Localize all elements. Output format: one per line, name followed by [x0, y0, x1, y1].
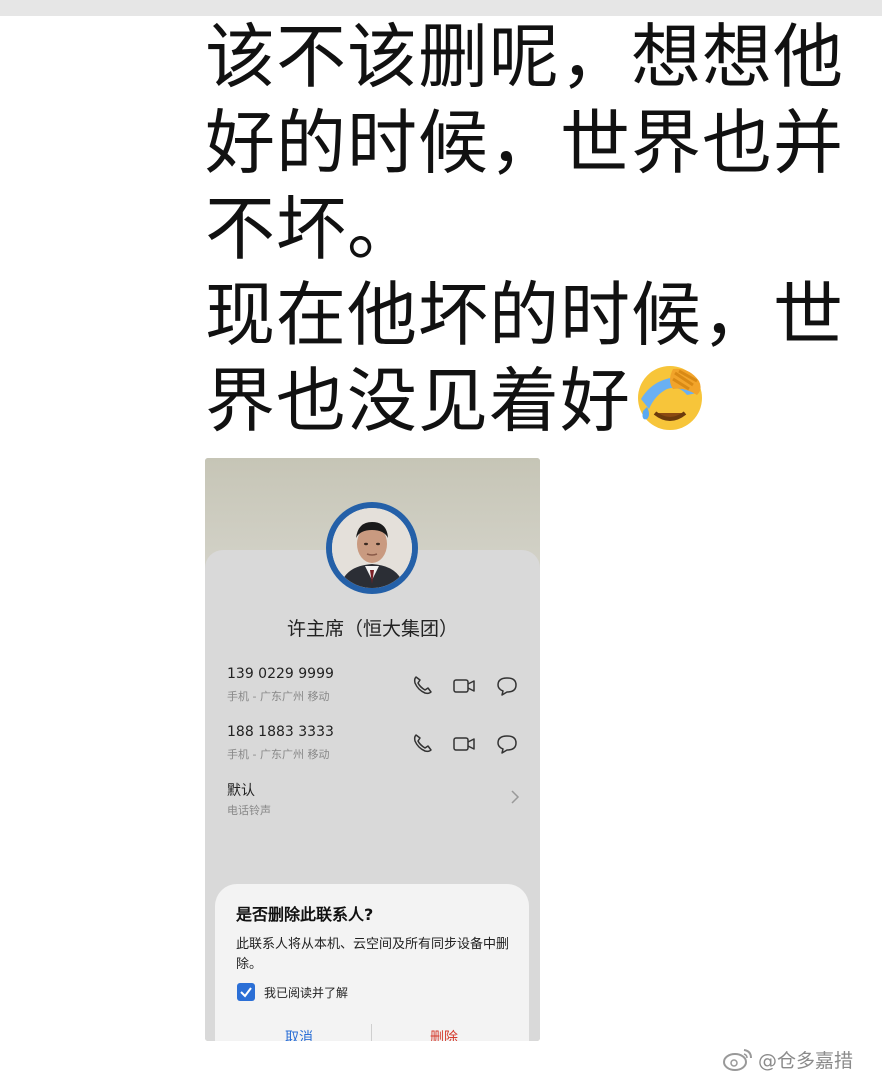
post-line: 该不该删呢，想想他 — [205, 16, 844, 98]
delete-contact-dialog: 是否删除此联系人? 此联系人将从本机、云空间及所有同步设备中删除。 我已阅读并了… — [215, 884, 529, 1041]
facepalm-crying-emoji-icon — [633, 359, 707, 433]
button-divider — [371, 1024, 372, 1041]
acknowledge-checkbox[interactable] — [237, 983, 255, 1001]
acknowledge-label: 我已阅读并了解 — [264, 986, 349, 1000]
message-icon[interactable] — [495, 732, 519, 756]
dialog-title: 是否删除此联系人? — [236, 905, 374, 924]
delete-button[interactable]: 删除 — [430, 1027, 458, 1041]
phone-icon[interactable] — [410, 674, 434, 698]
watermark-text: @仓多嘉措 — [758, 1049, 854, 1072]
avatar — [326, 502, 418, 594]
video-call-icon[interactable] — [452, 674, 476, 698]
dialog-body: 此联系人将从本机、云空间及所有同步设备中删除。 — [236, 937, 510, 972]
phone-row[interactable]: 139 0229 9999 手机 - 广东广州 移动 — [227, 666, 527, 710]
post-line-last: 界也没见着好 — [205, 358, 855, 444]
post-line: 好的时候，世界也并 — [205, 102, 844, 184]
cancel-button[interactable]: 取消 — [285, 1027, 313, 1041]
avatar-photo — [332, 508, 412, 588]
post-line: 现在他坏的时候，世 — [205, 274, 844, 356]
contact-name: 许主席（恒大集团） — [286, 618, 458, 640]
contact-screenshot: 许主席（恒大集团） 139 0229 9999 手机 - 广东广州 移动 188… — [205, 458, 540, 1041]
ringtone-row[interactable]: 默认 电话铃声 — [227, 780, 527, 824]
watermark: @仓多嘉措 — [722, 1045, 853, 1073]
phone-detail: 手机 - 广东广州 移动 — [227, 690, 330, 703]
phone-row[interactable]: 188 1883 3333 手机 - 广东广州 移动 — [227, 724, 527, 768]
phone-number: 188 1883 3333 — [227, 724, 334, 740]
phone-detail: 手机 - 广东广州 移动 — [227, 748, 330, 761]
phone-number: 139 0229 9999 — [227, 666, 334, 682]
post-text: 该不该删呢，想想他 好的时候，世界也并 不坏。 现在他坏的时候，世 界也没见着好 — [205, 14, 855, 444]
checkmark-icon — [240, 987, 252, 998]
weibo-logo-icon — [723, 1049, 752, 1071]
message-icon[interactable] — [495, 674, 519, 698]
post-line: 不坏。 — [205, 188, 418, 270]
post-line: 界也没见着好 — [205, 360, 631, 442]
ringtone-title: 默认 — [227, 783, 255, 799]
phone-icon[interactable] — [410, 732, 434, 756]
chevron-right-icon — [511, 790, 520, 804]
video-call-icon[interactable] — [452, 732, 476, 756]
ringtone-subtitle: 电话铃声 — [227, 804, 271, 817]
